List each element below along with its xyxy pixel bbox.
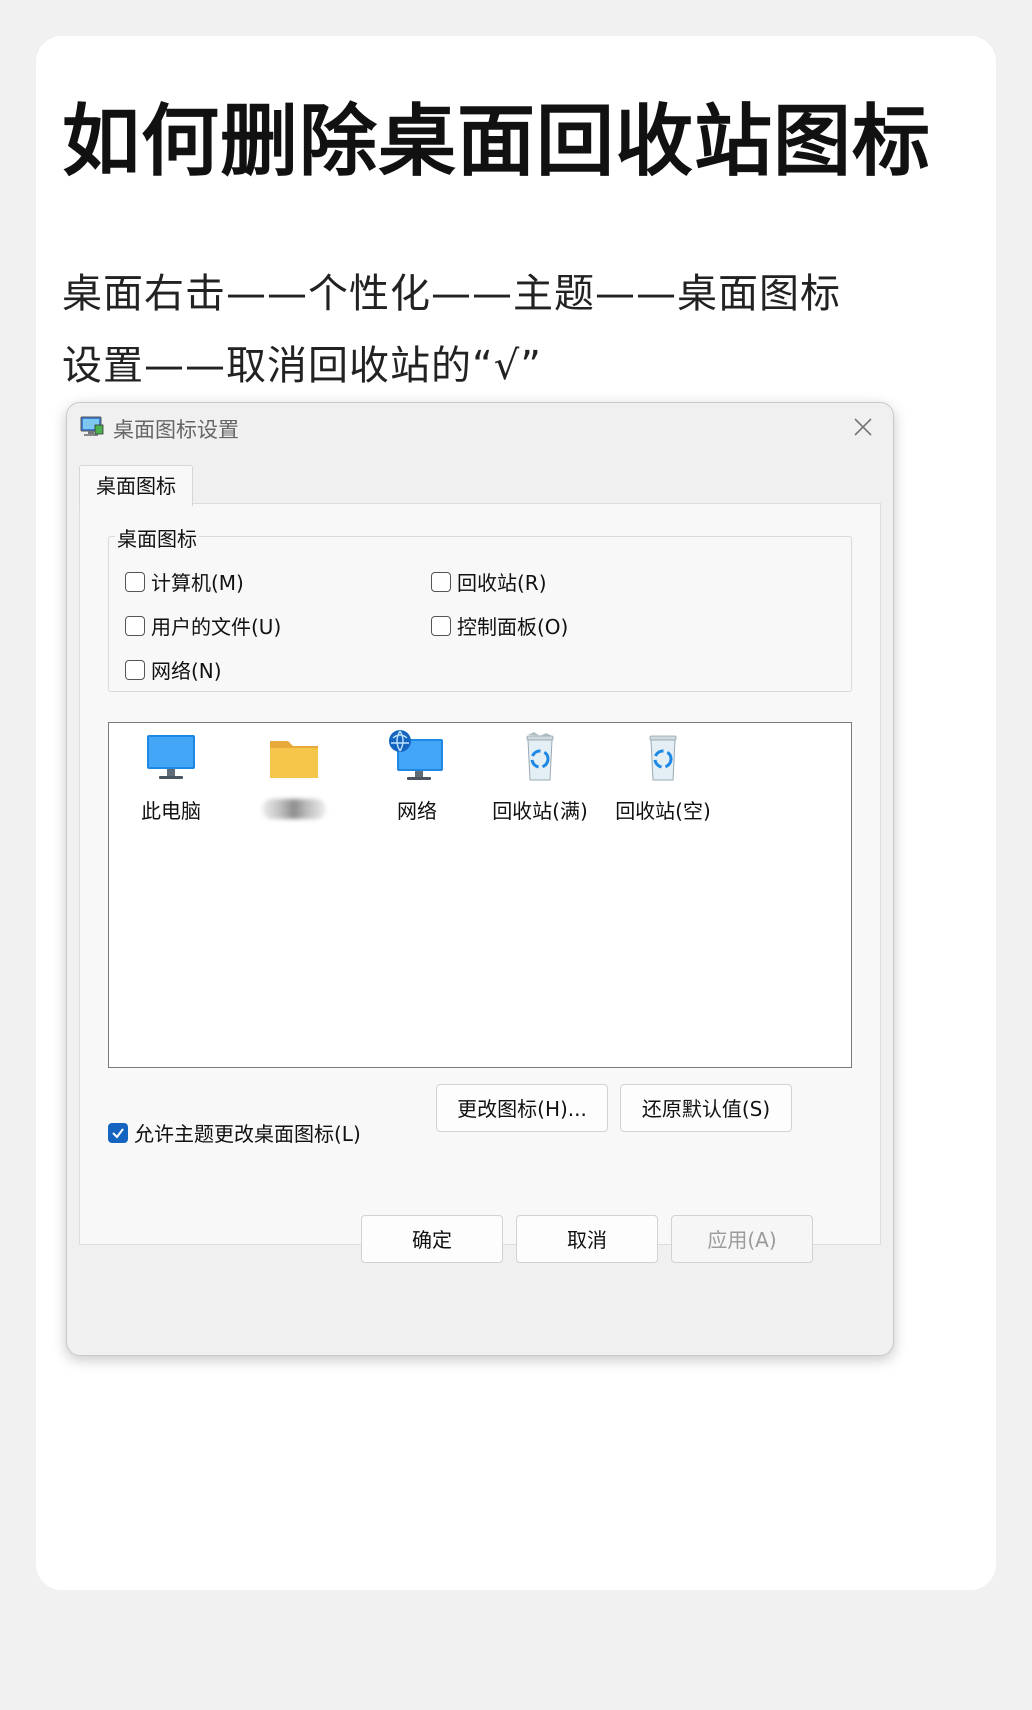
apply-button[interactable]: 应用(A) bbox=[671, 1215, 813, 1263]
cancel-button[interactable]: 取消 bbox=[516, 1215, 658, 1263]
icon-item-network[interactable]: 网络 bbox=[357, 729, 477, 824]
icon-label: 回收站(空) bbox=[615, 799, 711, 823]
checkbox-label: 控制面板(O) bbox=[457, 615, 569, 639]
network-checkbox[interactable]: 网络(N) bbox=[125, 655, 222, 684]
checkbox-box[interactable] bbox=[125, 571, 145, 592]
icon-item-recycle-bin-full[interactable]: 回收站(满) bbox=[480, 729, 600, 824]
icon-label: 回收站(满) bbox=[492, 799, 588, 823]
check-icon bbox=[112, 1127, 124, 1139]
dialog-title: 桌面图标设置 bbox=[113, 418, 239, 442]
checkbox-box[interactable] bbox=[125, 615, 145, 636]
desktop-icon-settings-dialog: 桌面图标设置 桌面图标 桌面图标 计算机(M) 回收站(R) 用户的文件(U) bbox=[66, 402, 894, 1356]
icon-label: 此电脑 bbox=[141, 799, 201, 823]
checkbox-label: 用户的文件(U) bbox=[151, 615, 282, 639]
allow-theme-checkbox[interactable]: 允许主题更改桌面图标(L) bbox=[108, 1118, 361, 1147]
checkbox-box[interactable] bbox=[431, 615, 451, 636]
tab-desktop-icons[interactable]: 桌面图标 bbox=[79, 465, 193, 506]
control-panel-checkbox[interactable]: 控制面板(O) bbox=[431, 611, 568, 640]
checkbox-label: 回收站(R) bbox=[457, 571, 547, 595]
instructions: 桌面右击——个性化——主题——桌面图标 设置——取消回收站的“√” bbox=[62, 258, 922, 402]
checkbox-label: 网络(N) bbox=[151, 659, 222, 683]
recycle-bin-empty-icon bbox=[649, 735, 677, 781]
checkbox-box[interactable] bbox=[125, 659, 145, 680]
tab-panel: 桌面图标 计算机(M) 回收站(R) 用户的文件(U) 控制面板(O) 网络(N… bbox=[79, 503, 881, 1245]
icon-item-this-pc[interactable]: 此电脑 bbox=[111, 729, 231, 824]
icon-label: 网络 bbox=[397, 799, 437, 823]
icon-preview-list[interactable]: 此电脑 网络 回收站(满) 回收站(空) bbox=[108, 722, 852, 1068]
restore-default-button[interactable]: 还原默认值(S) bbox=[620, 1084, 792, 1132]
page-title: 如何删除桌面回收站图标 bbox=[62, 97, 932, 187]
checkbox-box[interactable] bbox=[431, 571, 451, 592]
close-icon bbox=[854, 418, 872, 436]
computer-checkbox[interactable]: 计算机(M) bbox=[125, 567, 244, 596]
user-files-checkbox[interactable]: 用户的文件(U) bbox=[125, 611, 281, 640]
desktop-icons-group: 桌面图标 计算机(M) 回收站(R) 用户的文件(U) 控制面板(O) 网络(N… bbox=[108, 523, 852, 692]
checkbox-label: 计算机(M) bbox=[151, 571, 244, 595]
recycle-bin-checkbox[interactable]: 回收站(R) bbox=[431, 567, 547, 596]
group-label: 桌面图标 bbox=[115, 523, 199, 552]
desktop-settings-icon bbox=[80, 416, 104, 436]
close-button[interactable] bbox=[847, 411, 879, 443]
ok-button[interactable]: 确定 bbox=[361, 1215, 503, 1263]
checkbox-checked[interactable] bbox=[108, 1122, 128, 1143]
instructions-line-1: 桌面右击——个性化——主题——桌面图标 bbox=[62, 271, 841, 317]
title-bar[interactable]: 桌面图标设置 bbox=[67, 403, 893, 449]
folder-icon bbox=[270, 741, 318, 778]
change-icon-button[interactable]: 更改图标(H)... bbox=[436, 1084, 608, 1132]
icon-item-user-folder[interactable] bbox=[234, 729, 354, 819]
blurred-folder-label bbox=[262, 799, 326, 819]
monitor-icon bbox=[147, 735, 195, 779]
icon-item-recycle-bin-empty[interactable]: 回收站(空) bbox=[603, 729, 723, 824]
network-icon bbox=[389, 730, 443, 780]
checkbox-label: 允许主题更改桌面图标(L) bbox=[134, 1122, 361, 1146]
instructions-line-2: 设置——取消回收站的“√” bbox=[62, 343, 542, 389]
recycle-bin-full-icon bbox=[526, 732, 554, 781]
